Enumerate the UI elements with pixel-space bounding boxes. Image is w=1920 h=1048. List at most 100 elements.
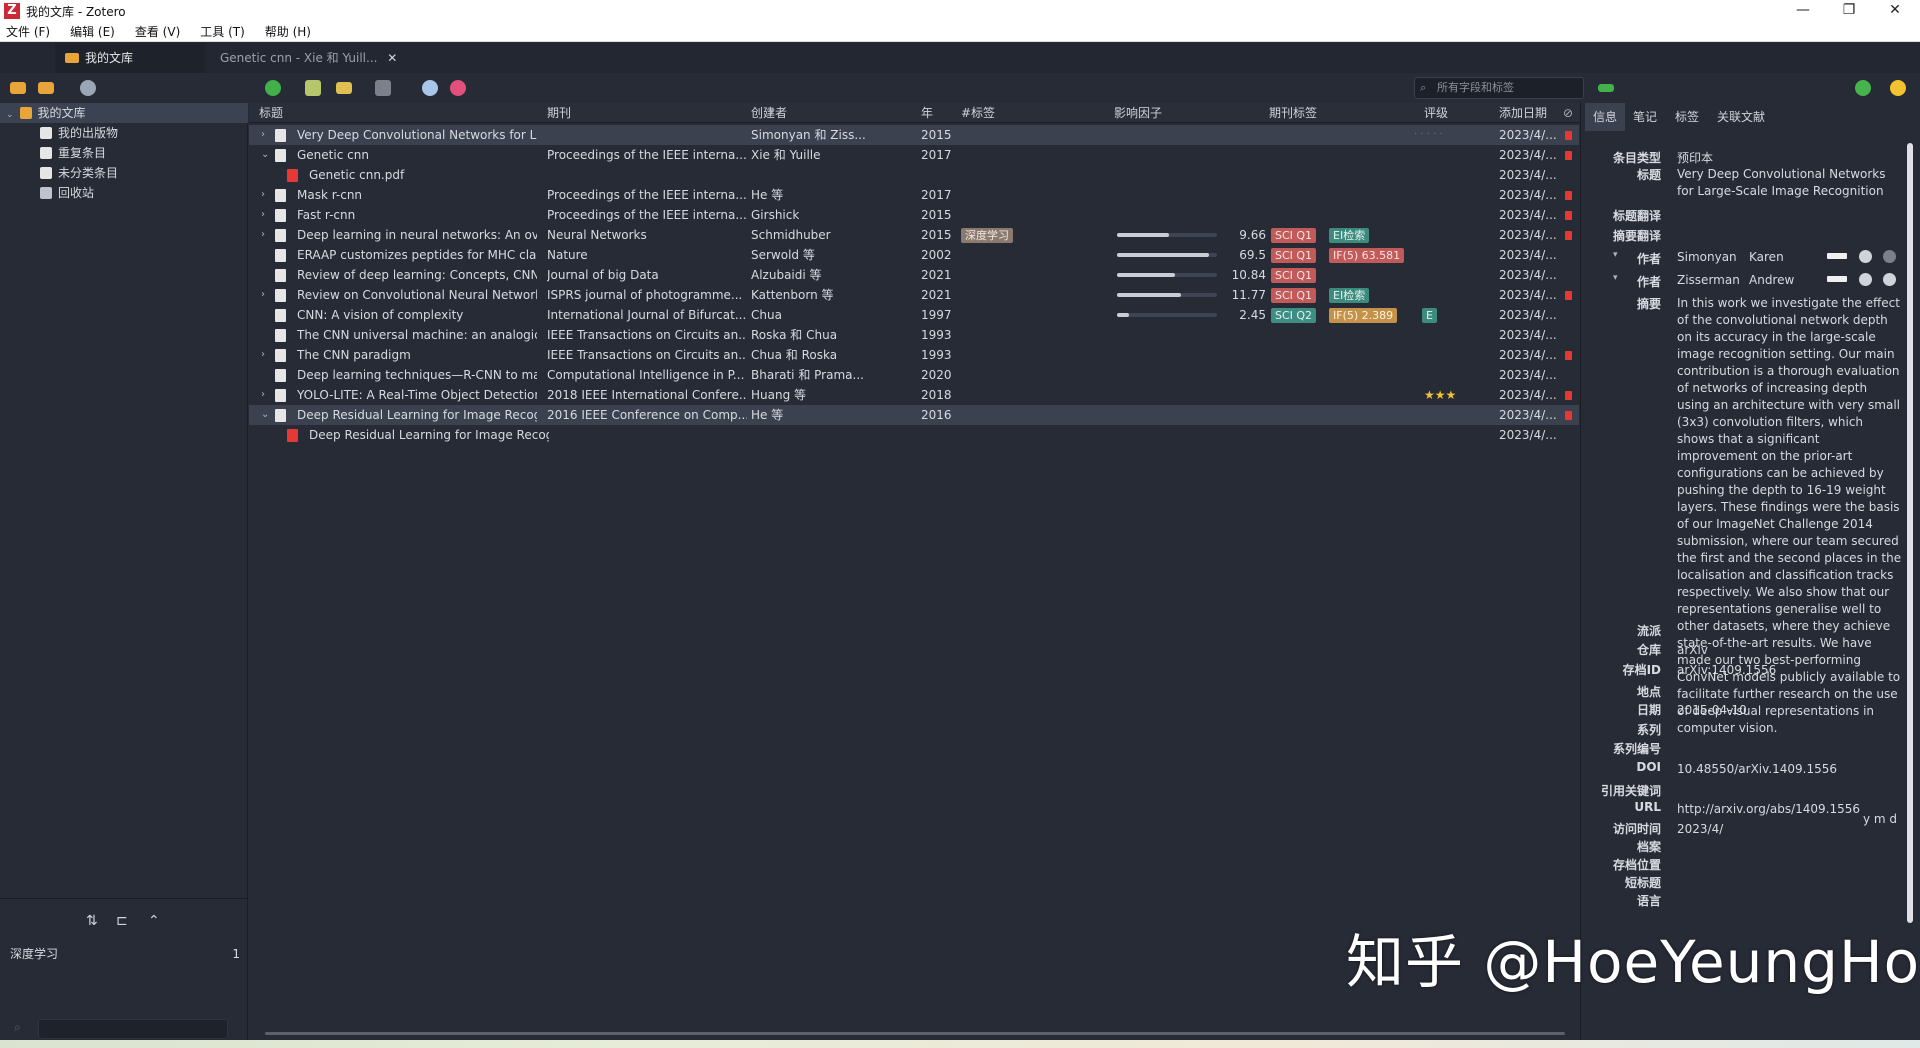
table-row[interactable]: Genetic cnn.pdf2023/4/...: [249, 165, 1579, 185]
creator-switch-icon[interactable]: [1827, 276, 1847, 282]
pdf-attachment-icon[interactable]: [1565, 411, 1572, 420]
field-value[interactable]: 2015-04-10: [1677, 703, 1747, 717]
item-pane-tab-0[interactable]: 信息: [1585, 103, 1625, 131]
remove-creator-icon[interactable]: [1859, 250, 1872, 263]
expand-icon[interactable]: ›: [261, 385, 271, 405]
expand-icon[interactable]: ›: [261, 225, 271, 245]
author-last-name[interactable]: Simonyan: [1677, 250, 1737, 264]
expand-icon[interactable]: ›: [261, 205, 271, 225]
field-value[interactable]: arXiv:1409.1556: [1677, 663, 1776, 677]
tab-my-library[interactable]: 我的文库: [55, 43, 205, 73]
locate-arrow-icon[interactable]: [1598, 84, 1614, 92]
expand-icon[interactable]: ›: [261, 125, 271, 145]
expand-tags-icon[interactable]: ⌃: [148, 913, 160, 929]
creator-switch-icon[interactable]: [1827, 253, 1847, 259]
expand-icon[interactable]: ›: [261, 285, 271, 305]
author-last-name[interactable]: Zisserman: [1677, 273, 1740, 287]
tag-tree-icon[interactable]: ⊏: [116, 913, 128, 929]
attachment-column-icon[interactable]: ⊘: [1563, 103, 1573, 123]
plugin-icon[interactable]: [450, 80, 466, 96]
column-header-3[interactable]: 年: [921, 103, 933, 123]
column-header-5[interactable]: 影响因子: [1114, 103, 1162, 123]
pdf-attachment-icon[interactable]: [1565, 131, 1572, 140]
table-row[interactable]: ›Mask r-cnnProceedings of the IEEE inter…: [249, 185, 1579, 205]
sync-icon[interactable]: [1855, 80, 1871, 96]
expand-icon[interactable]: ›: [261, 185, 271, 205]
sort-tags-icon[interactable]: ⇅: [86, 913, 98, 929]
item-type-value[interactable]: 预印本: [1677, 149, 1713, 166]
field-value[interactable]: 10.48550/arXiv.1409.1556: [1677, 762, 1837, 776]
new-library-icon[interactable]: [38, 82, 54, 94]
pdf-attachment-icon[interactable]: [1565, 191, 1572, 200]
table-row[interactable]: Deep Residual Learning for Image Recogni…: [249, 425, 1579, 445]
item-pane-tab-3[interactable]: 关联文献: [1709, 103, 1773, 131]
table-row[interactable]: The CNN universal machine: an analogic a…: [249, 325, 1579, 345]
column-header-1[interactable]: 期刊: [547, 103, 571, 123]
locate-icon[interactable]: [422, 80, 438, 96]
title-value[interactable]: Very Deep Convolutional Networks for Lar…: [1677, 166, 1902, 200]
table-row[interactable]: ›YOLO-LITE: A Real-Time Object Detection…: [249, 385, 1579, 405]
annotate-icon[interactable]: [375, 80, 391, 96]
field-value[interactable]: arXiv: [1677, 643, 1708, 657]
menu-item[interactable]: 帮助 (H): [265, 23, 311, 40]
author-dropdown-icon[interactable]: ▾: [1613, 273, 1618, 283]
search-input[interactable]: ⌕ 所有字段和标签: [1414, 77, 1584, 99]
horizontal-scrollbar[interactable]: [265, 1032, 1565, 1035]
table-row[interactable]: ›The CNN paradigmIEEE Transactions on Ci…: [249, 345, 1579, 365]
collection-trash[interactable]: 回收站: [0, 183, 248, 203]
author-first-name[interactable]: Karen: [1749, 250, 1784, 264]
table-row[interactable]: ⌄Deep Residual Learning for Image Recogn…: [249, 405, 1579, 425]
menu-item[interactable]: 文件 (F): [6, 23, 50, 40]
table-row[interactable]: CNN: A vision of complexityInternational…: [249, 305, 1579, 325]
tab-close-icon[interactable]: ✕: [387, 51, 397, 65]
collection-unfiled[interactable]: 未分类条目: [0, 163, 248, 183]
author-first-name[interactable]: Andrew: [1749, 273, 1794, 287]
pdf-attachment-icon[interactable]: [1565, 291, 1572, 300]
table-row[interactable]: ›Deep learning in neural networks: An ov…: [249, 225, 1579, 245]
table-row[interactable]: ⌄Genetic cnnProceedings of the IEEE inte…: [249, 145, 1579, 165]
expand-icon[interactable]: ›: [261, 345, 271, 365]
rating-stars[interactable]: ★★★: [1424, 385, 1504, 405]
column-header-7[interactable]: 评级: [1424, 103, 1448, 123]
menu-item[interactable]: 工具 (T): [200, 23, 245, 40]
collapse-icon[interactable]: ⌄: [6, 110, 14, 120]
item-pane-scrollbar[interactable]: [1907, 143, 1913, 923]
tag-entry[interactable]: 深度学习 1: [10, 945, 240, 963]
sync-status-icon[interactable]: [80, 80, 96, 96]
rating-stars[interactable]: · · · · ·: [1414, 125, 1494, 145]
add-by-identifier-icon[interactable]: [305, 80, 321, 96]
remove-creator-icon[interactable]: [1859, 273, 1872, 286]
pdf-attachment-icon[interactable]: [1565, 151, 1572, 160]
close-icon[interactable]: ✕: [1872, 0, 1918, 22]
collapse-icon[interactable]: ⌄: [261, 405, 271, 425]
column-header-8[interactable]: 添加日期: [1499, 103, 1547, 123]
theme-moon-icon[interactable]: [1890, 80, 1906, 96]
pdf-attachment-icon[interactable]: [1565, 211, 1572, 220]
column-header-4[interactable]: #标签: [961, 103, 995, 123]
minimize-icon[interactable]: —: [1780, 0, 1826, 22]
author-dropdown-icon[interactable]: ▾: [1613, 250, 1618, 260]
table-row[interactable]: ›Fast r-cnnProceedings of the IEEE inter…: [249, 205, 1579, 225]
collection-publications[interactable]: 我的出版物: [0, 123, 248, 143]
collection-library[interactable]: ⌄我的文库: [0, 103, 248, 123]
new-collection-icon[interactable]: [10, 82, 26, 94]
table-row[interactable]: ERAAP customizes peptides for MHC class …: [249, 245, 1579, 265]
item-pane-tab-1[interactable]: 笔记: [1625, 103, 1665, 131]
table-row[interactable]: Review of deep learning: Concepts, CNN a…: [249, 265, 1579, 285]
collection-duplicates[interactable]: 重复条目: [0, 143, 248, 163]
add-creator-icon[interactable]: [1883, 250, 1896, 263]
pdf-attachment-icon[interactable]: [1565, 391, 1572, 400]
item-pane-tab-2[interactable]: 标签: [1667, 103, 1707, 131]
field-value[interactable]: 2023/4/: [1677, 822, 1723, 836]
table-row[interactable]: ›Very Deep Convolutional Networks for La…: [249, 125, 1579, 145]
new-item-icon[interactable]: [265, 80, 281, 96]
tab-genetic-cnn[interactable]: Genetic cnn - Xie 和 Yuill... ✕: [220, 43, 400, 73]
column-header-6[interactable]: 期刊标签: [1269, 103, 1317, 123]
menu-item[interactable]: 编辑 (E): [70, 23, 115, 40]
add-creator-icon[interactable]: [1883, 273, 1896, 286]
sort-dropdown-icon[interactable]: ▾: [769, 103, 774, 123]
new-note-icon[interactable]: [336, 82, 352, 94]
pdf-attachment-icon[interactable]: [1565, 351, 1572, 360]
field-value[interactable]: http://arxiv.org/abs/1409.1556: [1677, 802, 1860, 816]
column-header-0[interactable]: 标题: [259, 103, 283, 123]
